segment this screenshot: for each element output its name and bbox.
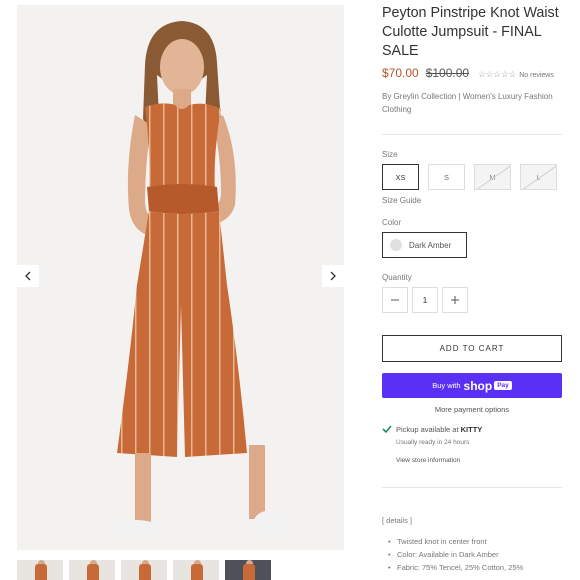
divider — [382, 134, 562, 135]
add-to-cart-button[interactable]: ADD TO CART — [382, 335, 562, 362]
shop-logo: shop — [463, 378, 493, 393]
thumbnail-model-figure — [243, 564, 255, 580]
gallery-next-button[interactable] — [322, 265, 344, 287]
review-count[interactable]: No reviews — [519, 72, 554, 79]
details-item: Twisted knot in center front — [388, 535, 568, 548]
size-option-m[interactable]: M — [474, 164, 511, 190]
details-item: Color: Available in Dark Amber — [388, 548, 568, 561]
size-option-s[interactable]: S — [428, 164, 465, 190]
star-icon: ☆ — [485, 69, 494, 79]
thumbnail-1[interactable] — [17, 560, 63, 580]
quantity-stepper: 1 — [382, 287, 468, 313]
compare-price: $100.00 — [425, 66, 470, 80]
chevron-right-icon — [330, 271, 336, 281]
quantity-decrease-button[interactable] — [382, 287, 408, 313]
details-item: Fabric: 75% Tencel, 25% Cotton, 25% — [388, 561, 568, 574]
chevron-left-icon — [25, 271, 31, 281]
pickup-location: KITTY — [460, 425, 483, 434]
star-icon: ☆ — [493, 69, 501, 79]
color-label: Color — [382, 218, 402, 227]
thumbnail-model-figure — [35, 564, 47, 580]
minus-icon — [391, 299, 399, 301]
model-photo — [109, 21, 281, 539]
star-icon: ☆ — [478, 69, 486, 79]
size-option-label: XS — [395, 172, 406, 182]
thumbnail-4[interactable] — [173, 560, 219, 580]
gallery-prev-button[interactable] — [17, 265, 39, 287]
size-option-l[interactable]: L — [520, 164, 557, 190]
size-guide-link[interactable]: Size Guide — [382, 196, 421, 205]
shop-pay-button[interactable]: Buy with shop Pay — [382, 373, 562, 398]
rating-stars[interactable]: ☆ ☆ ☆ ☆ ☆ — [478, 70, 516, 79]
product-title: Peyton Pinstripe Knot Waist Culotte Jump… — [382, 5, 559, 59]
star-icon: ☆ — [500, 69, 509, 79]
details-heading: [ details ] — [382, 516, 413, 525]
vendor-line: By Greylin Collection | Women's Luxury F… — [382, 92, 553, 114]
thumbnail-2[interactable] — [69, 560, 115, 580]
size-label: Size — [382, 150, 398, 159]
details-list: Twisted knot in center front Color: Avai… — [388, 535, 568, 574]
pay-badge: Pay — [494, 381, 512, 390]
quantity-input[interactable]: 1 — [412, 287, 438, 313]
color-swatch — [390, 239, 402, 251]
thumbnail-model-figure — [191, 564, 203, 580]
quantity-label: Quantity — [382, 273, 412, 282]
thumbnail-model-figure — [87, 564, 99, 580]
color-option-label: Dark Amber — [409, 240, 452, 250]
star-icon: ☆ — [508, 69, 517, 79]
pickup-line: Pickup available at KITTY — [396, 425, 482, 434]
sold-out-slash — [475, 165, 510, 189]
color-option-dark-amber[interactable]: Dark Amber — [382, 232, 467, 258]
sale-price: $70.00 — [382, 66, 419, 80]
size-option-label: S — [443, 172, 449, 182]
view-store-info-link[interactable]: View store information — [396, 457, 460, 464]
plus-icon — [451, 296, 459, 304]
buy-with-text: Buy with — [432, 381, 461, 390]
check-icon — [382, 425, 392, 434]
sold-out-slash — [521, 165, 556, 189]
thumbnail-strip — [17, 560, 344, 580]
size-selector: XS S M L — [382, 164, 557, 190]
quantity-increase-button[interactable] — [442, 287, 468, 313]
divider — [382, 487, 562, 488]
pickup-text: Pickup available at — [396, 425, 459, 434]
thumbnail-model-figure — [139, 564, 151, 580]
more-payment-options-link[interactable]: More payment options — [382, 405, 562, 414]
thumbnail-5[interactable] — [225, 560, 271, 580]
price-row: $70.00 $100.00 ☆ ☆ ☆ ☆ ☆ No reviews — [382, 66, 568, 80]
size-option-xs[interactable]: XS — [382, 164, 419, 190]
thumbnail-3[interactable] — [121, 560, 167, 580]
pickup-ready-time: Usually ready in 24 hours — [396, 439, 470, 446]
product-main-image[interactable] — [17, 5, 344, 550]
